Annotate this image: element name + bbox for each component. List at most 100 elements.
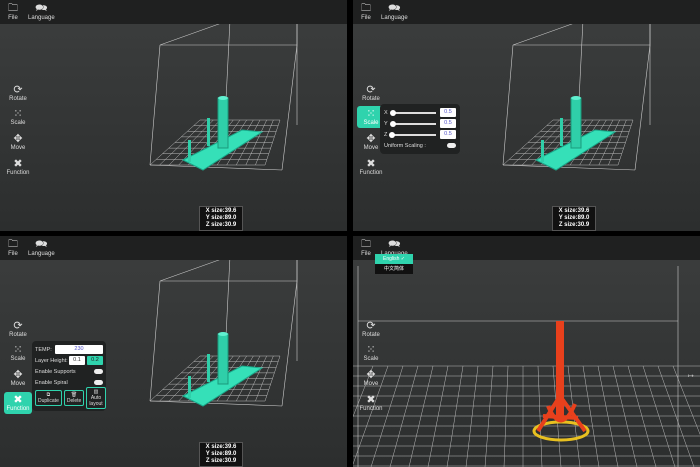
rotate-label: Rotate [9, 332, 27, 338]
language-icon: 🗪 [35, 239, 48, 250]
rotate-button[interactable]: ⟳ Rotate [4, 82, 32, 104]
scale-icon: ⁙ [366, 344, 376, 356]
print-bed-grid [353, 365, 700, 467]
rotate-button[interactable]: ⟳ Rotate [357, 82, 385, 104]
panel-language: ↦ 🗀File 🗪Language ⟳Rotate ⁙Scale ✥Move ✖… [353, 236, 700, 467]
scale-icon: ⁙ [13, 344, 23, 356]
language-label: Language [381, 15, 408, 21]
layer-height-01[interactable]: 0.1 [69, 356, 85, 365]
file-label: File [361, 251, 371, 257]
y-scale-input[interactable]: 0.5 [440, 119, 456, 128]
rotate-icon: ⟳ [13, 84, 23, 96]
z-size: Z size:30.9 [558, 222, 590, 228]
move-label: Move [10, 145, 26, 151]
move-label: Move [363, 381, 379, 387]
auto-layout-label: Auto layout [89, 395, 103, 407]
move-icon: ✥ [13, 133, 23, 145]
file-label: File [8, 15, 18, 21]
file-button[interactable]: 🗀 File [8, 3, 18, 21]
build-volume[interactable] [0, 0, 347, 231]
z-scale-input[interactable]: 0.5 [440, 130, 456, 139]
function-button[interactable]: ✖ Function [4, 156, 32, 178]
file-label: File [8, 251, 18, 257]
function-label: Function [6, 406, 30, 412]
x-size: X size:39.6 [205, 208, 237, 214]
move-button[interactable]: ✥ Move [4, 367, 32, 389]
layer-height-02[interactable]: 0.2 [87, 356, 103, 365]
x-scale-input[interactable]: 0.5 [440, 108, 456, 117]
folder-icon: 🗀 [8, 3, 18, 14]
move-label: Move [10, 381, 26, 387]
scale-panel: X 0.5 Y 0.5 Z 0.5 Uniform Scaling : [380, 104, 460, 154]
y-size: Y size:89.0 [558, 215, 590, 221]
x-slider[interactable] [389, 109, 436, 116]
model-size-readout: X size:39.6 Y size:89.0 Z size:30.9 [552, 206, 596, 231]
z-label: Z [384, 131, 388, 138]
move-icon: ✥ [13, 369, 23, 381]
x-size: X size:39.6 [205, 444, 237, 450]
language-button[interactable]: 🗪Language [28, 3, 55, 21]
duplicate-button[interactable]: ⧉ Duplicate [35, 390, 62, 406]
function-button[interactable]: ✖ Function [357, 392, 385, 414]
scale-label: Scale [363, 120, 379, 126]
scale-button[interactable]: ⁙ Scale [4, 342, 32, 364]
uniform-scaling-toggle[interactable] [447, 143, 456, 148]
scale-label: Scale [10, 120, 26, 126]
panel-function: 🗀 File 🗪 Language ⟳ Rotate ⁙ Scale ✥ Move ✖ Fu… [0, 236, 347, 467]
file-button[interactable]: 🗀 File [361, 239, 371, 257]
rotate-label: Rotate [362, 332, 380, 338]
scale-button[interactable]: ⁙ Scale [357, 342, 385, 364]
language-button[interactable]: 🗪Language [381, 3, 408, 21]
move-button[interactable]: ✥ Move [357, 367, 385, 389]
move-icon: ✥ [366, 369, 376, 381]
scale-label: Scale [363, 356, 379, 362]
uniform-scaling-label: Uniform Scaling : [384, 142, 426, 149]
top-bar: 🗀File 🗪Language [0, 236, 347, 260]
spiral-toggle[interactable] [94, 380, 103, 385]
panel-scale: 🗀 File 🗪 Language ⟳ Rotate ⁙ Scale ✥ Move ✖ Fu… [353, 0, 700, 231]
language-label: Language [28, 15, 55, 21]
move-button[interactable]: ✥ Move [4, 131, 32, 153]
wrench-icon: ✖ [13, 158, 23, 170]
menu-item-english[interactable]: English ✓ [375, 254, 413, 264]
language-button[interactable]: 🗪Language [28, 239, 55, 257]
wrench-icon: ✖ [13, 394, 23, 406]
function-panel: TEMP: 230 Layer Height: 0.1 0.2 Enable Supp… [32, 341, 106, 411]
folder-icon: 🗀 [361, 3, 371, 14]
3d-model[interactable] [534, 96, 617, 171]
function-button[interactable]: ✖ Function [4, 392, 32, 414]
auto-layout-button[interactable]: ▥ Auto layout [86, 387, 106, 409]
3d-model[interactable] [181, 96, 264, 171]
file-button[interactable]: 🗀 File [361, 3, 371, 21]
supports-toggle[interactable] [94, 369, 103, 374]
y-slider[interactable] [389, 120, 436, 127]
model-size-readout: X size:39.6 Y size:89.0 Z size:30.9 [199, 442, 243, 467]
spiral-label: Enable Spiral [35, 379, 68, 386]
file-button[interactable]: 🗀 File [8, 239, 18, 257]
model-size-readout: X size:39.6 Y size:89.0 Z size:30.9 [199, 206, 243, 231]
x-label: X [384, 109, 388, 116]
rotate-icon: ⟳ [13, 320, 23, 332]
y-size: Y size:89.0 [205, 215, 237, 221]
delete-label: Delete [66, 398, 82, 404]
z-slider[interactable] [389, 131, 436, 138]
scale-button[interactable]: ⁙ Scale [4, 106, 32, 128]
x-size: X size:39.6 [558, 208, 590, 214]
function-label: Function [359, 170, 383, 176]
rotate-button[interactable]: ⟳ Rotate [357, 318, 385, 340]
function-button[interactable]: ✖ Function [357, 156, 385, 178]
temp-input[interactable]: 230 [55, 345, 103, 354]
3d-model[interactable] [181, 332, 264, 407]
axis-arrow-icon: ↦ [688, 373, 694, 380]
rotate-button[interactable]: ⟳ Rotate [4, 318, 32, 340]
delete-button[interactable]: 🗑 Delete [63, 390, 85, 406]
file-label: File [361, 15, 371, 21]
3d-model[interactable] [532, 321, 590, 442]
rotate-label: Rotate [9, 96, 27, 102]
duplicate-label: Duplicate [38, 398, 59, 404]
scale-label: Scale [10, 356, 26, 362]
z-size: Z size:30.9 [205, 458, 237, 464]
language-menu: English ✓ 中文简体 [375, 254, 413, 274]
menu-item-chinese[interactable]: 中文简体 [375, 264, 413, 274]
move-label: Move [363, 145, 379, 151]
